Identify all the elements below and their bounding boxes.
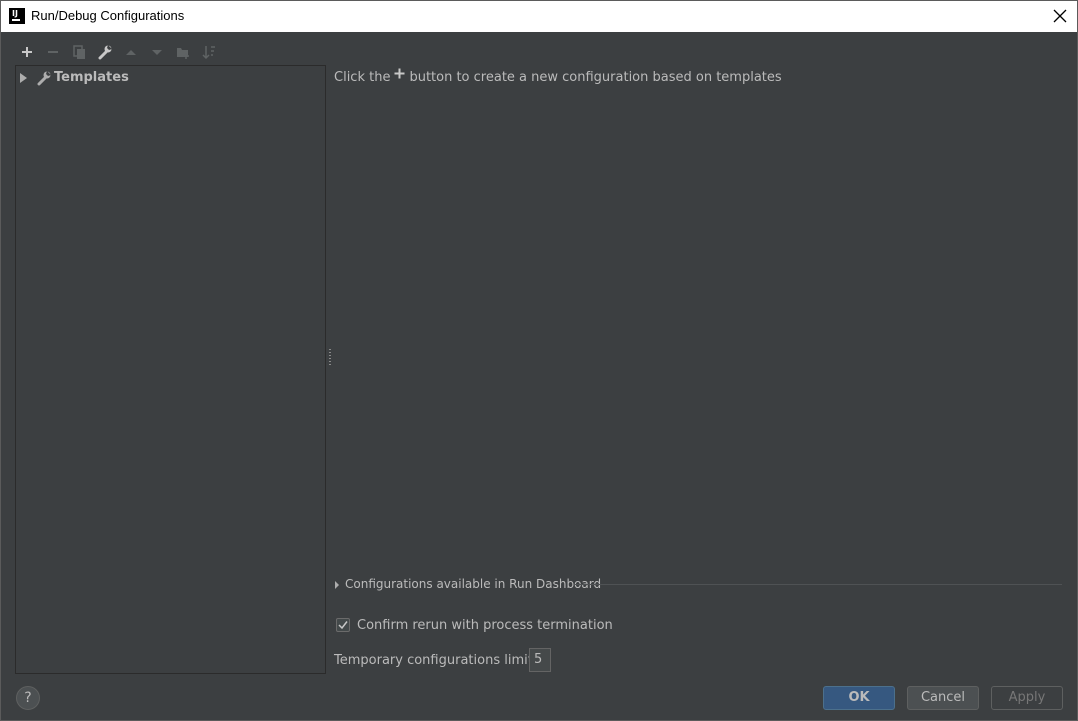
sort-configurations-button[interactable] [198, 41, 220, 63]
expand-arrow-icon[interactable] [335, 581, 339, 589]
tree-item-label: Templates [54, 70, 129, 85]
arrow-down-icon [152, 50, 162, 55]
run-debug-dialog: IJ Run/Debug Configurations Templates Cl… [0, 0, 1078, 721]
intellij-app-icon: IJ [9, 8, 25, 24]
move-down-button[interactable] [146, 41, 168, 63]
add-configuration-button[interactable] [16, 41, 38, 63]
sort-icon [202, 46, 215, 60]
apply-button[interactable]: Apply [991, 686, 1063, 710]
confirm-rerun-checkbox[interactable] [336, 618, 350, 632]
remove-configuration-button[interactable] [42, 41, 64, 63]
ok-button[interactable]: OK [823, 686, 895, 710]
cancel-button[interactable]: Cancel [907, 686, 979, 710]
window-title: Run/Debug Configurations [31, 8, 185, 23]
wrench-icon [98, 45, 112, 60]
run-dashboard-section[interactable]: Configurations available in Run Dashboar… [334, 577, 1062, 593]
separator-line [575, 584, 1062, 585]
empty-state-hint: Click the button to create a new configur… [334, 68, 782, 85]
tree-item-templates[interactable]: Templates [16, 68, 325, 88]
edit-templates-button[interactable] [94, 41, 116, 63]
close-icon [1053, 9, 1067, 23]
confirm-rerun-label[interactable]: Confirm rerun with process termination [357, 618, 613, 633]
move-up-button[interactable] [120, 41, 142, 63]
close-button[interactable] [1047, 4, 1073, 28]
wrench-icon [37, 71, 51, 86]
help-button[interactable]: ? [16, 686, 40, 710]
hint-text-before: Click the [334, 70, 391, 85]
hint-text-after: button to create a new configuration bas… [409, 70, 782, 85]
new-folder-button[interactable] [172, 41, 194, 63]
configurations-tree: Templates [15, 65, 326, 674]
checkmark-icon [338, 621, 348, 630]
expand-arrow-icon[interactable] [20, 73, 27, 83]
panel-splitter[interactable] [328, 349, 332, 365]
copy-configuration-button[interactable] [68, 41, 90, 63]
arrow-up-icon [126, 50, 136, 55]
minus-icon [48, 51, 58, 53]
title-bar: IJ Run/Debug Configurations [1, 1, 1077, 32]
temporary-limit-label: Temporary configurations limit: [334, 653, 538, 668]
plus-icon [394, 68, 405, 83]
temporary-limit-input[interactable]: 5 [529, 648, 551, 672]
run-dashboard-label[interactable]: Configurations available in Run Dashboar… [345, 577, 601, 591]
folder-icon [177, 48, 189, 59]
plus-icon [22, 47, 32, 57]
copy-icon [73, 45, 85, 59]
